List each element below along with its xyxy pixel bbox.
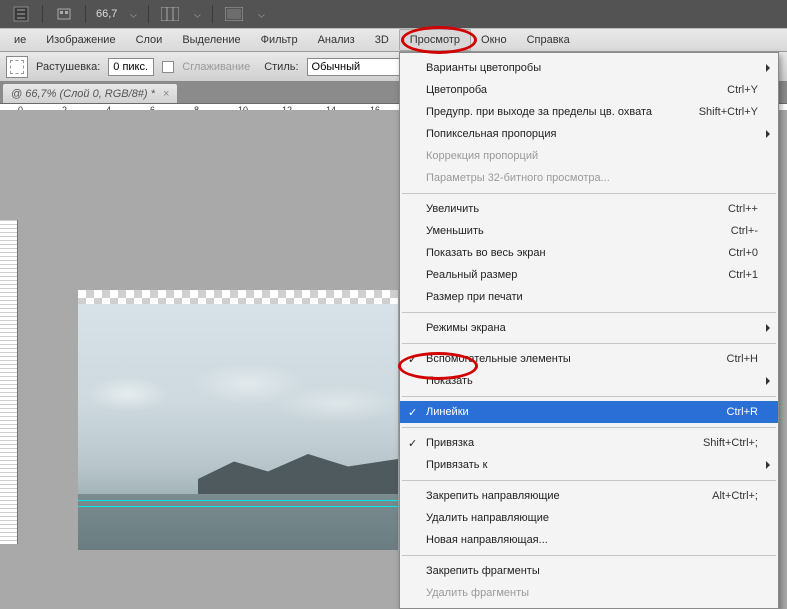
menu-item[interactable]: УвеличитьCtrl++	[400, 198, 778, 220]
menu-view[interactable]: Просмотр	[399, 29, 471, 51]
menu-analysis[interactable]: Анализ	[308, 30, 365, 50]
menu-select[interactable]: Выделение	[172, 30, 250, 50]
feather-input[interactable]	[108, 58, 154, 76]
canvas[interactable]	[78, 290, 398, 550]
antialias-checkbox[interactable]	[162, 61, 174, 73]
menu-item[interactable]: Реальный размерCtrl+1	[400, 264, 778, 286]
menu-item: Параметры 32-битного просмотра...	[400, 167, 778, 189]
menu-item[interactable]: ✓ПривязкаShift+Ctrl+;	[400, 432, 778, 454]
document-title: @ 66,7% (Слой 0, RGB/8#) *	[11, 88, 155, 100]
guide-line[interactable]	[78, 506, 398, 507]
menu-item[interactable]: ✓Вспомогательные элементыCtrl+H	[400, 348, 778, 370]
close-icon[interactable]: ×	[163, 88, 169, 100]
menu-item[interactable]: Предупр. при выходе за пределы цв. охват…	[400, 101, 778, 123]
ruler-vertical[interactable]	[0, 220, 18, 544]
style-label: Стиль:	[264, 61, 298, 73]
menu-item[interactable]: УменьшитьCtrl+-	[400, 220, 778, 242]
bridge-icon[interactable]	[53, 3, 75, 25]
menu-item[interactable]: ЦветопробаCtrl+Y	[400, 79, 778, 101]
menu-filter[interactable]: Фильтр	[251, 30, 308, 50]
arrange-dropdown-icon[interactable]	[195, 11, 201, 17]
menu-layer[interactable]: Слои	[126, 30, 173, 50]
logo-icon[interactable]	[10, 3, 32, 25]
menu-item[interactable]: Показать	[400, 370, 778, 392]
menu-item[interactable]: Новая направляющая...	[400, 529, 778, 551]
menu-image[interactable]: Изображение	[36, 30, 125, 50]
menu-item[interactable]: Размер при печати	[400, 286, 778, 308]
screenmode-dropdown-icon[interactable]	[259, 11, 265, 17]
menu-item[interactable]: Закрепить фрагменты	[400, 560, 778, 582]
menu-window[interactable]: Окно	[471, 30, 517, 50]
menu-item[interactable]: Привязать к	[400, 454, 778, 476]
document-tab[interactable]: @ 66,7% (Слой 0, RGB/8#) * ×	[2, 83, 178, 103]
menubar: ие Изображение Слои Выделение Фильтр Ана…	[0, 28, 787, 52]
menu-3d[interactable]: 3D	[365, 30, 399, 50]
menu-item[interactable]: Закрепить направляющиеAlt+Ctrl+;	[400, 485, 778, 507]
app-toolbar: 66,7	[0, 0, 787, 28]
menu-item: Удалить фрагменты	[400, 582, 778, 604]
tool-preset-icon[interactable]	[6, 56, 28, 78]
antialias-label: Сглаживание	[182, 61, 250, 73]
image-layer	[78, 304, 398, 550]
menu-item[interactable]: ✓ЛинейкиCtrl+R	[400, 401, 778, 423]
screenmode-icon[interactable]	[223, 3, 245, 25]
zoom-level[interactable]: 66,7	[96, 8, 117, 20]
menu-item[interactable]: Режимы экрана	[400, 317, 778, 339]
feather-label: Растушевка:	[36, 61, 100, 73]
menu-item[interactable]: Попиксельная пропорция	[400, 123, 778, 145]
view-menu-dropdown: Варианты цветопробыЦветопробаCtrl+YПреду…	[399, 52, 779, 609]
arrange-icon[interactable]	[159, 3, 181, 25]
menu-item[interactable]: Варианты цветопробы	[400, 57, 778, 79]
menu-item[interactable]: Показать во весь экранCtrl+0	[400, 242, 778, 264]
menu-item: Коррекция пропорций	[400, 145, 778, 167]
guide-line[interactable]	[78, 500, 398, 501]
menu-edit[interactable]: ие	[4, 30, 36, 50]
menu-item[interactable]: Удалить направляющие	[400, 507, 778, 529]
zoom-dropdown-icon[interactable]	[131, 11, 137, 17]
menu-help[interactable]: Справка	[517, 30, 580, 50]
